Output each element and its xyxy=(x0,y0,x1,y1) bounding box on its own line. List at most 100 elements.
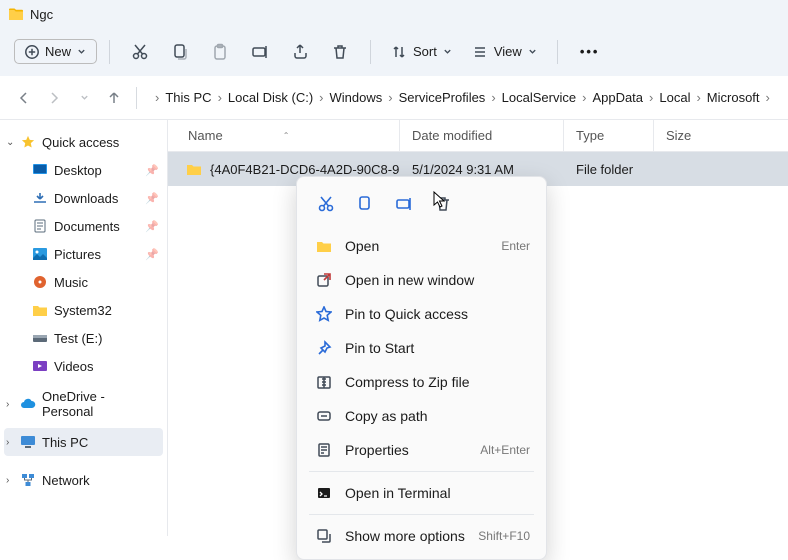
copy-path-icon xyxy=(313,408,335,424)
downloads-icon xyxy=(32,191,48,205)
breadcrumb-item[interactable]: Ngc xyxy=(772,88,774,107)
more-button[interactable]: ••• xyxy=(570,40,610,63)
cursor-icon xyxy=(432,190,450,208)
chevron-down-icon: ⌄ xyxy=(6,137,18,148)
breadcrumb[interactable]: › This PC› Local Disk (C:)› Windows› Ser… xyxy=(149,88,774,107)
chevron-down-icon xyxy=(443,47,452,56)
ctx-copy-button[interactable] xyxy=(348,187,382,221)
pin-icon: 📌 xyxy=(145,192,159,205)
sort-label: Sort xyxy=(413,44,437,59)
new-window-icon xyxy=(313,272,335,288)
sort-icon xyxy=(391,44,407,60)
recent-button[interactable] xyxy=(74,88,94,108)
breadcrumb-item[interactable]: Local xyxy=(655,88,694,107)
sidebar: ⌄ Quick access Desktop📌 Downloads📌 Docum… xyxy=(0,120,168,536)
up-button[interactable] xyxy=(104,88,124,108)
desktop-icon xyxy=(32,163,48,177)
chevron-right-icon: › xyxy=(6,437,18,448)
more-options-icon xyxy=(313,528,335,544)
breadcrumb-item[interactable]: Local Disk (C:) xyxy=(224,88,317,107)
breadcrumb-item[interactable]: AppData xyxy=(588,88,647,107)
sort-button[interactable]: Sort xyxy=(383,40,460,64)
copy-button[interactable] xyxy=(162,34,198,70)
column-size[interactable]: Size xyxy=(654,120,788,151)
sidebar-item-system32[interactable]: System32 xyxy=(4,296,163,324)
sidebar-item-onedrive[interactable]: ›OneDrive - Personal xyxy=(4,390,163,418)
ctx-pin-start[interactable]: Pin to Start xyxy=(303,331,540,365)
folder-icon xyxy=(186,162,202,176)
folder-icon xyxy=(8,7,24,21)
sidebar-item-pictures[interactable]: Pictures📌 xyxy=(4,240,163,268)
ctx-compress-zip[interactable]: Compress to Zip file xyxy=(303,365,540,399)
ctx-open-new-window[interactable]: Open in new window xyxy=(303,263,540,297)
sidebar-item-music[interactable]: Music xyxy=(4,268,163,296)
cloud-icon xyxy=(20,397,36,411)
context-icon-row xyxy=(303,183,540,229)
ctx-properties[interactable]: PropertiesAlt+Enter xyxy=(303,433,540,467)
breadcrumb-item[interactable]: LocalService xyxy=(498,88,580,107)
breadcrumb-item[interactable]: Microsoft xyxy=(703,88,764,107)
cut-button[interactable] xyxy=(122,34,158,70)
drive-icon xyxy=(32,331,48,345)
paste-button[interactable] xyxy=(202,34,238,70)
pin-icon xyxy=(313,340,335,356)
file-date: 5/1/2024 9:31 AM xyxy=(400,162,564,177)
nav-row: › This PC› Local Disk (C:)› Windows› Ser… xyxy=(0,76,788,120)
sidebar-item-this-pc[interactable]: ›This PC xyxy=(4,428,163,456)
chevron-down-icon xyxy=(528,47,537,56)
share-button[interactable] xyxy=(282,34,318,70)
ctx-copy-path[interactable]: Copy as path xyxy=(303,399,540,433)
window-title: Ngc xyxy=(30,7,53,22)
ctx-open[interactable]: OpenEnter xyxy=(303,229,540,263)
sidebar-item-network[interactable]: ›Network xyxy=(4,466,163,494)
new-label: New xyxy=(45,44,71,59)
network-icon xyxy=(20,473,36,487)
rename-button[interactable] xyxy=(242,34,278,70)
sidebar-item-videos[interactable]: Videos xyxy=(4,352,163,380)
delete-button[interactable] xyxy=(322,34,358,70)
sidebar-item-desktop[interactable]: Desktop📌 xyxy=(4,156,163,184)
column-type[interactable]: Type xyxy=(564,120,654,151)
file-type: File folder xyxy=(564,162,654,177)
ctx-cut-button[interactable] xyxy=(309,187,343,221)
ctx-pin-quick-access[interactable]: Pin to Quick access xyxy=(303,297,540,331)
titlebar: Ngc xyxy=(0,0,788,28)
sidebar-item-documents[interactable]: Documents📌 xyxy=(4,212,163,240)
view-button[interactable]: View xyxy=(464,40,545,64)
folder-icon xyxy=(313,239,335,253)
chevron-right-icon: › xyxy=(155,90,159,105)
pictures-icon xyxy=(32,247,48,261)
pin-icon: 📌 xyxy=(145,220,159,233)
forward-button[interactable] xyxy=(44,88,64,108)
pc-icon xyxy=(20,435,36,449)
new-button[interactable]: New xyxy=(14,39,97,64)
pin-icon: 📌 xyxy=(145,164,159,177)
separator xyxy=(557,40,558,64)
videos-icon xyxy=(32,359,48,373)
sidebar-item-downloads[interactable]: Downloads📌 xyxy=(4,184,163,212)
column-date[interactable]: Date modified xyxy=(400,120,564,151)
chevron-down-icon xyxy=(77,47,86,56)
file-name: {4A0F4B21-DCD6-4A2D-90C8-9C1AF96... xyxy=(210,162,400,177)
separator xyxy=(136,87,137,109)
pin-icon: 📌 xyxy=(145,248,159,261)
star-icon xyxy=(313,306,335,322)
plus-icon xyxy=(25,45,39,59)
ctx-open-terminal[interactable]: Open in Terminal xyxy=(303,476,540,510)
separator xyxy=(309,514,534,515)
music-icon xyxy=(32,275,48,289)
toolbar: New Sort View ••• xyxy=(0,28,788,76)
column-name[interactable]: Name⌃ xyxy=(168,120,400,151)
breadcrumb-item[interactable]: ServiceProfiles xyxy=(395,88,490,107)
back-button[interactable] xyxy=(14,88,34,108)
sort-indicator-icon: ⌃ xyxy=(283,131,290,140)
ctx-show-more[interactable]: Show more optionsShift+F10 xyxy=(303,519,540,553)
breadcrumb-item[interactable]: This PC xyxy=(161,88,215,107)
properties-icon xyxy=(313,442,335,458)
view-icon xyxy=(472,44,488,60)
breadcrumb-item[interactable]: Windows xyxy=(326,88,387,107)
folder-icon xyxy=(32,303,48,317)
sidebar-item-test-drive[interactable]: Test (E:) xyxy=(4,324,163,352)
ctx-rename-button[interactable] xyxy=(387,187,421,221)
quick-access-group[interactable]: ⌄ Quick access xyxy=(4,128,163,156)
